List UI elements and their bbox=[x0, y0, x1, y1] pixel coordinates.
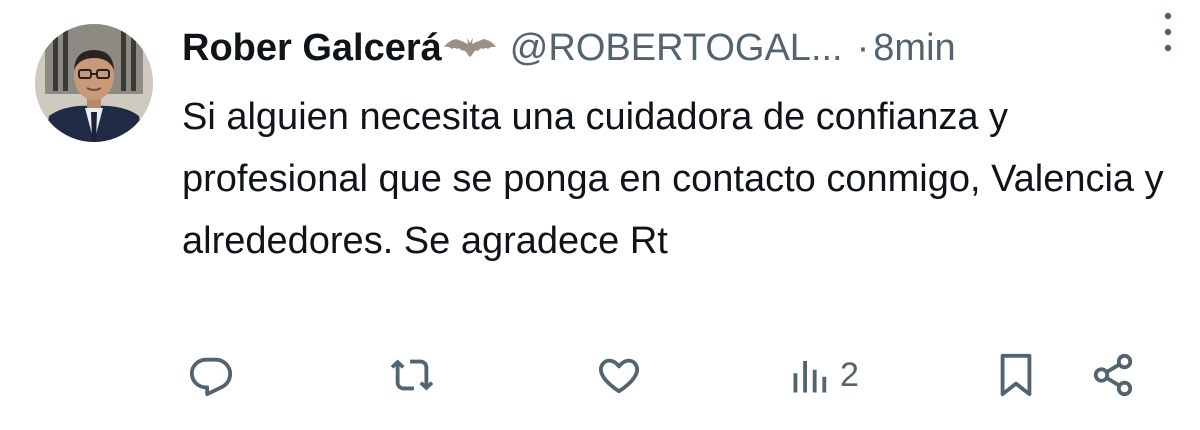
like-button[interactable] bbox=[596, 350, 642, 400]
tweet-content: Rober Galcerá @ROBERTOGAL... · 8min Si a… bbox=[182, 20, 1170, 272]
views-button[interactable]: 2 bbox=[790, 350, 859, 400]
tweet-timestamp[interactable]: 8min bbox=[873, 27, 955, 70]
views-count: 2 bbox=[840, 355, 859, 394]
reply-icon bbox=[189, 357, 233, 397]
heart-icon bbox=[598, 358, 640, 394]
tweet-header: Rober Galcerá @ROBERTOGAL... · 8min bbox=[182, 20, 1170, 76]
retweet-icon bbox=[390, 359, 434, 391]
separator-dot: · bbox=[856, 26, 870, 69]
share-button[interactable] bbox=[1090, 350, 1136, 400]
retweet-button[interactable] bbox=[388, 350, 436, 400]
tweet-card[interactable]: Rober Galcerá @ROBERTOGAL... · 8min Si a… bbox=[0, 0, 1200, 430]
avatar[interactable] bbox=[35, 24, 153, 142]
more-options-icon[interactable] bbox=[1158, 10, 1178, 54]
bat-icon bbox=[443, 35, 496, 61]
views-icon bbox=[793, 361, 827, 393]
author-handle[interactable]: @ROBERTOGAL... bbox=[510, 27, 843, 70]
tweet-text: Si alguien necesita una cuidadora de con… bbox=[182, 96, 1164, 262]
share-icon bbox=[1093, 353, 1133, 397]
bookmark-icon bbox=[1000, 353, 1032, 397]
reply-button[interactable] bbox=[188, 350, 234, 400]
bookmark-button[interactable] bbox=[996, 350, 1036, 400]
author-display-name[interactable]: Rober Galcerá bbox=[182, 27, 442, 70]
tweet-actions-bar: 2 bbox=[0, 350, 1200, 400]
